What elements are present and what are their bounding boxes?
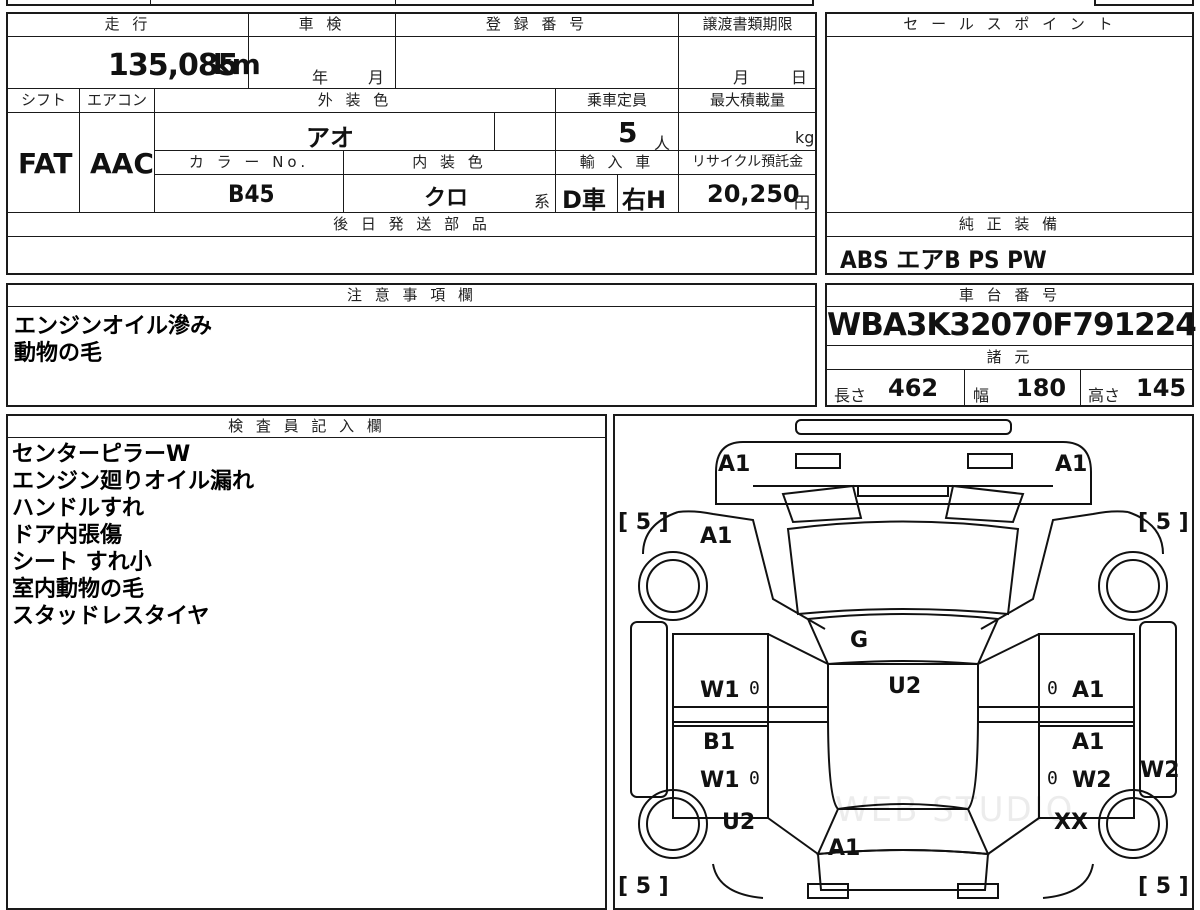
notes-content: エンジンオイル滲み 動物の毛 <box>14 313 212 367</box>
transfer-month-label: 月 <box>733 68 750 87</box>
shift-value: FAT <box>18 147 73 180</box>
label-fender-fl: A1 <box>700 524 733 549</box>
top-strip-right <box>1094 0 1194 6</box>
inspector-line: スタッドレスタイヤ <box>12 604 210 629</box>
length-label: 長さ <box>834 386 867 405</box>
chassis-header: 車 台 番 号 <box>958 286 1062 304</box>
label-pillar-r: A1 <box>1072 730 1105 755</box>
label-roof: U2 <box>888 674 922 699</box>
color-no-value: B45 <box>228 180 275 208</box>
recycle-value: 20,250 <box>707 180 800 208</box>
label-pillar-l: B1 <box>703 730 736 755</box>
label-side-r: W2 <box>1140 758 1180 783</box>
capacity-value: 5 <box>618 116 638 149</box>
label-door-fl: W1 <box>700 678 740 703</box>
mileage-header: 走 行 <box>104 15 152 33</box>
width-value: 180 <box>1016 374 1067 402</box>
inspector-line: シート すれ小 <box>12 550 152 575</box>
exterior-color-header: 外 装 色 <box>317 91 393 109</box>
label-door-fr: A1 <box>1072 678 1105 703</box>
inspector-line: 室内動物の毛 <box>12 577 145 602</box>
recycle-header: リサイクル預託金 <box>691 154 804 170</box>
label-front-left: A1 <box>718 452 751 477</box>
inspector-line: ドア内張傷 <box>12 523 123 548</box>
later-parts-header: 後 日 発 送 部 品 <box>333 215 491 233</box>
exterior-color-value: アオ <box>306 124 354 152</box>
max-load-unit: kg <box>795 128 815 147</box>
label-door-rr-zero: 0 <box>1047 768 1058 789</box>
max-load-header: 最大積載量 <box>709 91 785 109</box>
label-door-rl-zero: 0 <box>749 768 760 789</box>
chassis-number: WBA3K32070F791224 <box>827 307 1197 343</box>
inspector-header: 検 査 員 記 入 欄 <box>228 417 386 435</box>
notes-header: 注 意 事 項 欄 <box>346 286 478 304</box>
label-tire-rl: [ 5 ] <box>618 874 669 899</box>
import-d-car: D車 <box>562 186 606 214</box>
shaken-header: 車 検 <box>298 15 346 33</box>
label-tire-rr: [ 5 ] <box>1138 874 1189 899</box>
label-door-rr: W2 <box>1072 768 1112 793</box>
label-glass: G <box>850 628 869 653</box>
label-tire-fl: [ 5 ] <box>618 510 669 535</box>
label-tire-fr: [ 5 ] <box>1138 510 1189 535</box>
recycle-unit: 円 <box>794 193 811 212</box>
specs-header: 諸 元 <box>986 348 1034 366</box>
color-no-header: カ ラ ー No. <box>188 153 310 171</box>
label-door-fl-zero: 0 <box>749 678 760 699</box>
interior-color-value: クロ <box>424 186 469 211</box>
aircon-value: AAC <box>90 147 154 180</box>
import-steering: 右H <box>622 186 667 214</box>
inspector-line: ハンドルすれ <box>12 496 145 521</box>
mileage-unit: km <box>213 48 261 81</box>
shift-header: シフト <box>20 91 66 109</box>
registration-header: 登 録 番 号 <box>485 15 589 33</box>
label-front-right: A1 <box>1055 452 1088 477</box>
inspector-line: センターピラーW <box>12 442 191 467</box>
length-value: 462 <box>888 374 939 402</box>
note-line: エンジンオイル滲み <box>14 314 213 339</box>
interior-color-header: 内 装 色 <box>412 153 487 171</box>
transfer-deadline-header: 譲渡書類期限 <box>702 15 793 33</box>
inspector-content: センターピラーW エンジン廻りオイル漏れ ハンドルすれ ドア内張傷 シート すれ… <box>12 441 254 630</box>
interior-color-suffix: 系 <box>534 192 551 211</box>
genuine-equipment-value: ABS エアB PS PW <box>840 246 1047 274</box>
height-label: 高さ <box>1088 386 1121 405</box>
aircon-header: エアコン <box>86 91 147 109</box>
import-header: 輸 入 車 <box>579 153 655 171</box>
label-trunk: A1 <box>828 836 861 861</box>
height-value: 145 <box>1136 374 1187 402</box>
genuine-equipment-header: 純 正 装 備 <box>958 215 1062 233</box>
inspector-line: エンジン廻りオイル漏れ <box>12 469 255 494</box>
transfer-day-label: 日 <box>791 68 808 87</box>
shaken-year-label: 年 <box>312 68 329 87</box>
note-line: 動物の毛 <box>14 341 103 366</box>
sale-points-header: セ ー ル ス ポ イ ン ト <box>903 15 1117 33</box>
top-strip <box>6 0 814 6</box>
watermark: WEB STUDIO <box>835 790 1075 830</box>
shaken-month-label: 月 <box>368 68 385 87</box>
label-quarter-l: U2 <box>722 810 756 835</box>
width-label: 幅 <box>973 386 990 405</box>
label-door-fr-zero: 0 <box>1047 678 1058 699</box>
capacity-header: 乗車定員 <box>586 91 647 109</box>
label-door-rl: W1 <box>700 768 740 793</box>
